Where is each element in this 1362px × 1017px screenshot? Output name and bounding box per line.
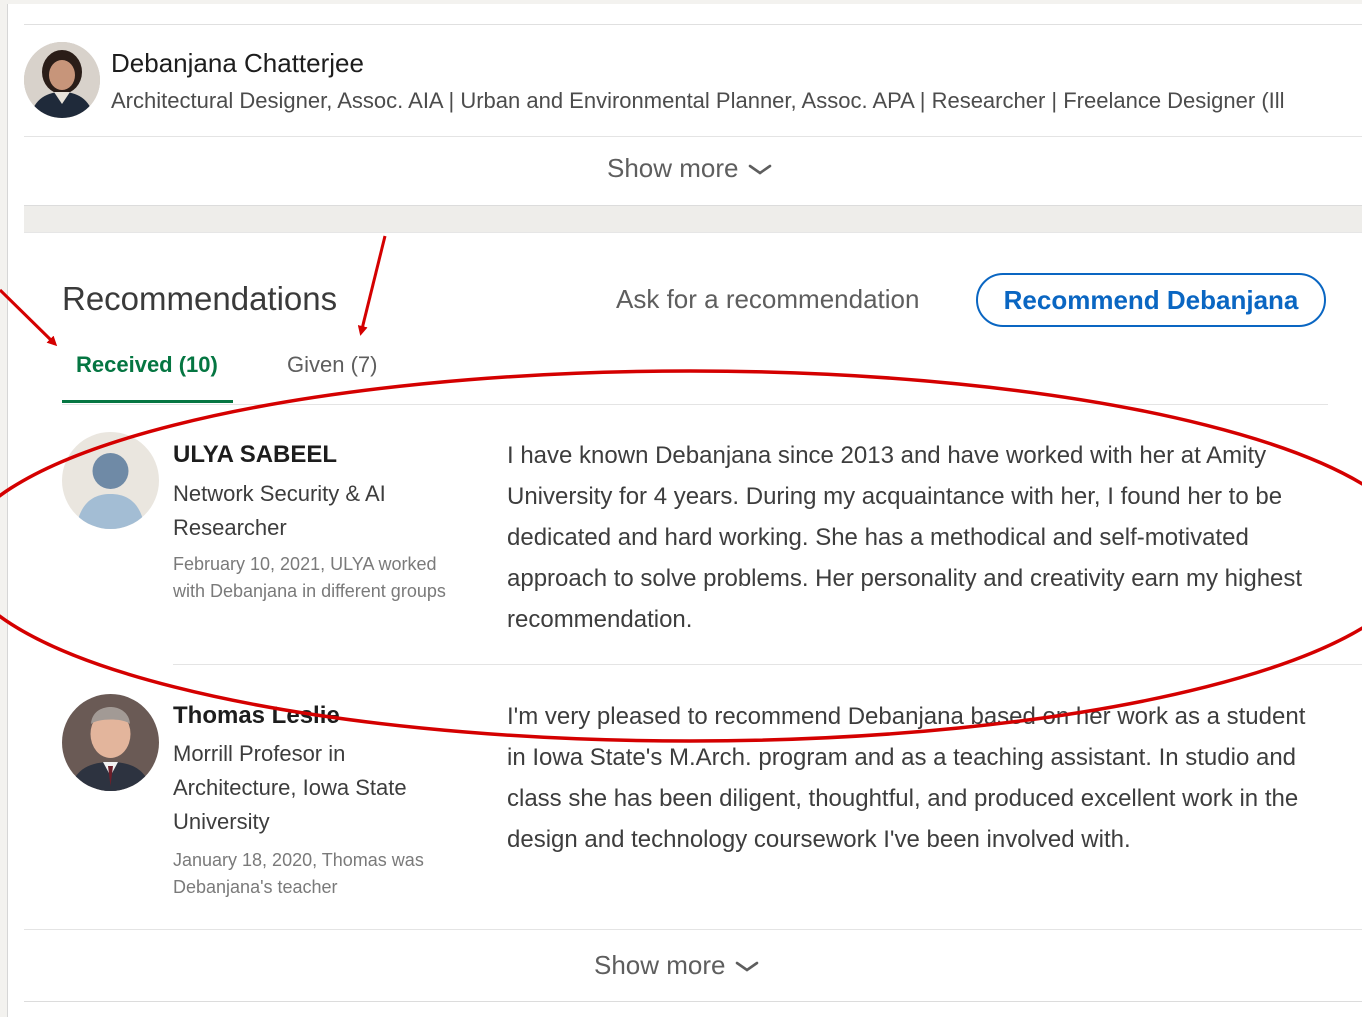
tab-given[interactable]: Given (7) (287, 352, 377, 378)
profile-name[interactable]: Debanjana Chatterjee (111, 48, 364, 79)
recommendations-title: Recommendations (62, 280, 338, 317)
show-more-button[interactable]: Show more (607, 153, 773, 184)
recommend-button[interactable]: Recommend Debanjana (976, 273, 1326, 327)
divider (24, 136, 1362, 137)
section-gap (24, 206, 1362, 232)
recommender-role: Network Security & AI Researcher (173, 481, 386, 540)
divider (24, 929, 1362, 930)
recommendation-meta: January 18, 2020, Thomas was Debanjana's… (173, 850, 424, 897)
divider (173, 664, 1362, 665)
recommender-name[interactable]: Thomas Leslie (173, 702, 340, 730)
recommendation-text: I'm very pleased to recommend Debanjana … (507, 703, 1306, 853)
window-left-edge (0, 0, 8, 1017)
recommender-avatar[interactable] (62, 694, 159, 791)
ask-recommendation-link[interactable]: Ask for a recommendation (616, 284, 919, 315)
recommendation-meta: February 10, 2021, ULYA worked with Deba… (173, 554, 446, 601)
active-tab-indicator (62, 400, 233, 403)
tab-received[interactable]: Received (10) (76, 352, 218, 378)
show-more-label: Show more (594, 950, 726, 980)
person-placeholder-icon (62, 432, 159, 529)
window-top-edge (7, 0, 1362, 4)
show-more-recommendations-button[interactable]: Show more (594, 950, 760, 981)
profile-headline: Architectural Designer, Assoc. AIA | Urb… (111, 88, 1285, 113)
recommendation-text: I have known Debanjana since 2013 and ha… (507, 442, 1303, 633)
recommender-role: Morrill Profesor in Architecture, Iowa S… (173, 741, 407, 834)
tabs-divider (62, 404, 1328, 405)
chevron-down-icon (748, 164, 771, 175)
show-more-label: Show more (607, 153, 739, 183)
profile-avatar[interactable] (24, 42, 100, 118)
recommender-name[interactable]: ULYA SABEEL (173, 441, 337, 469)
recommender-avatar[interactable] (62, 432, 159, 529)
chevron-down-icon (735, 961, 758, 972)
